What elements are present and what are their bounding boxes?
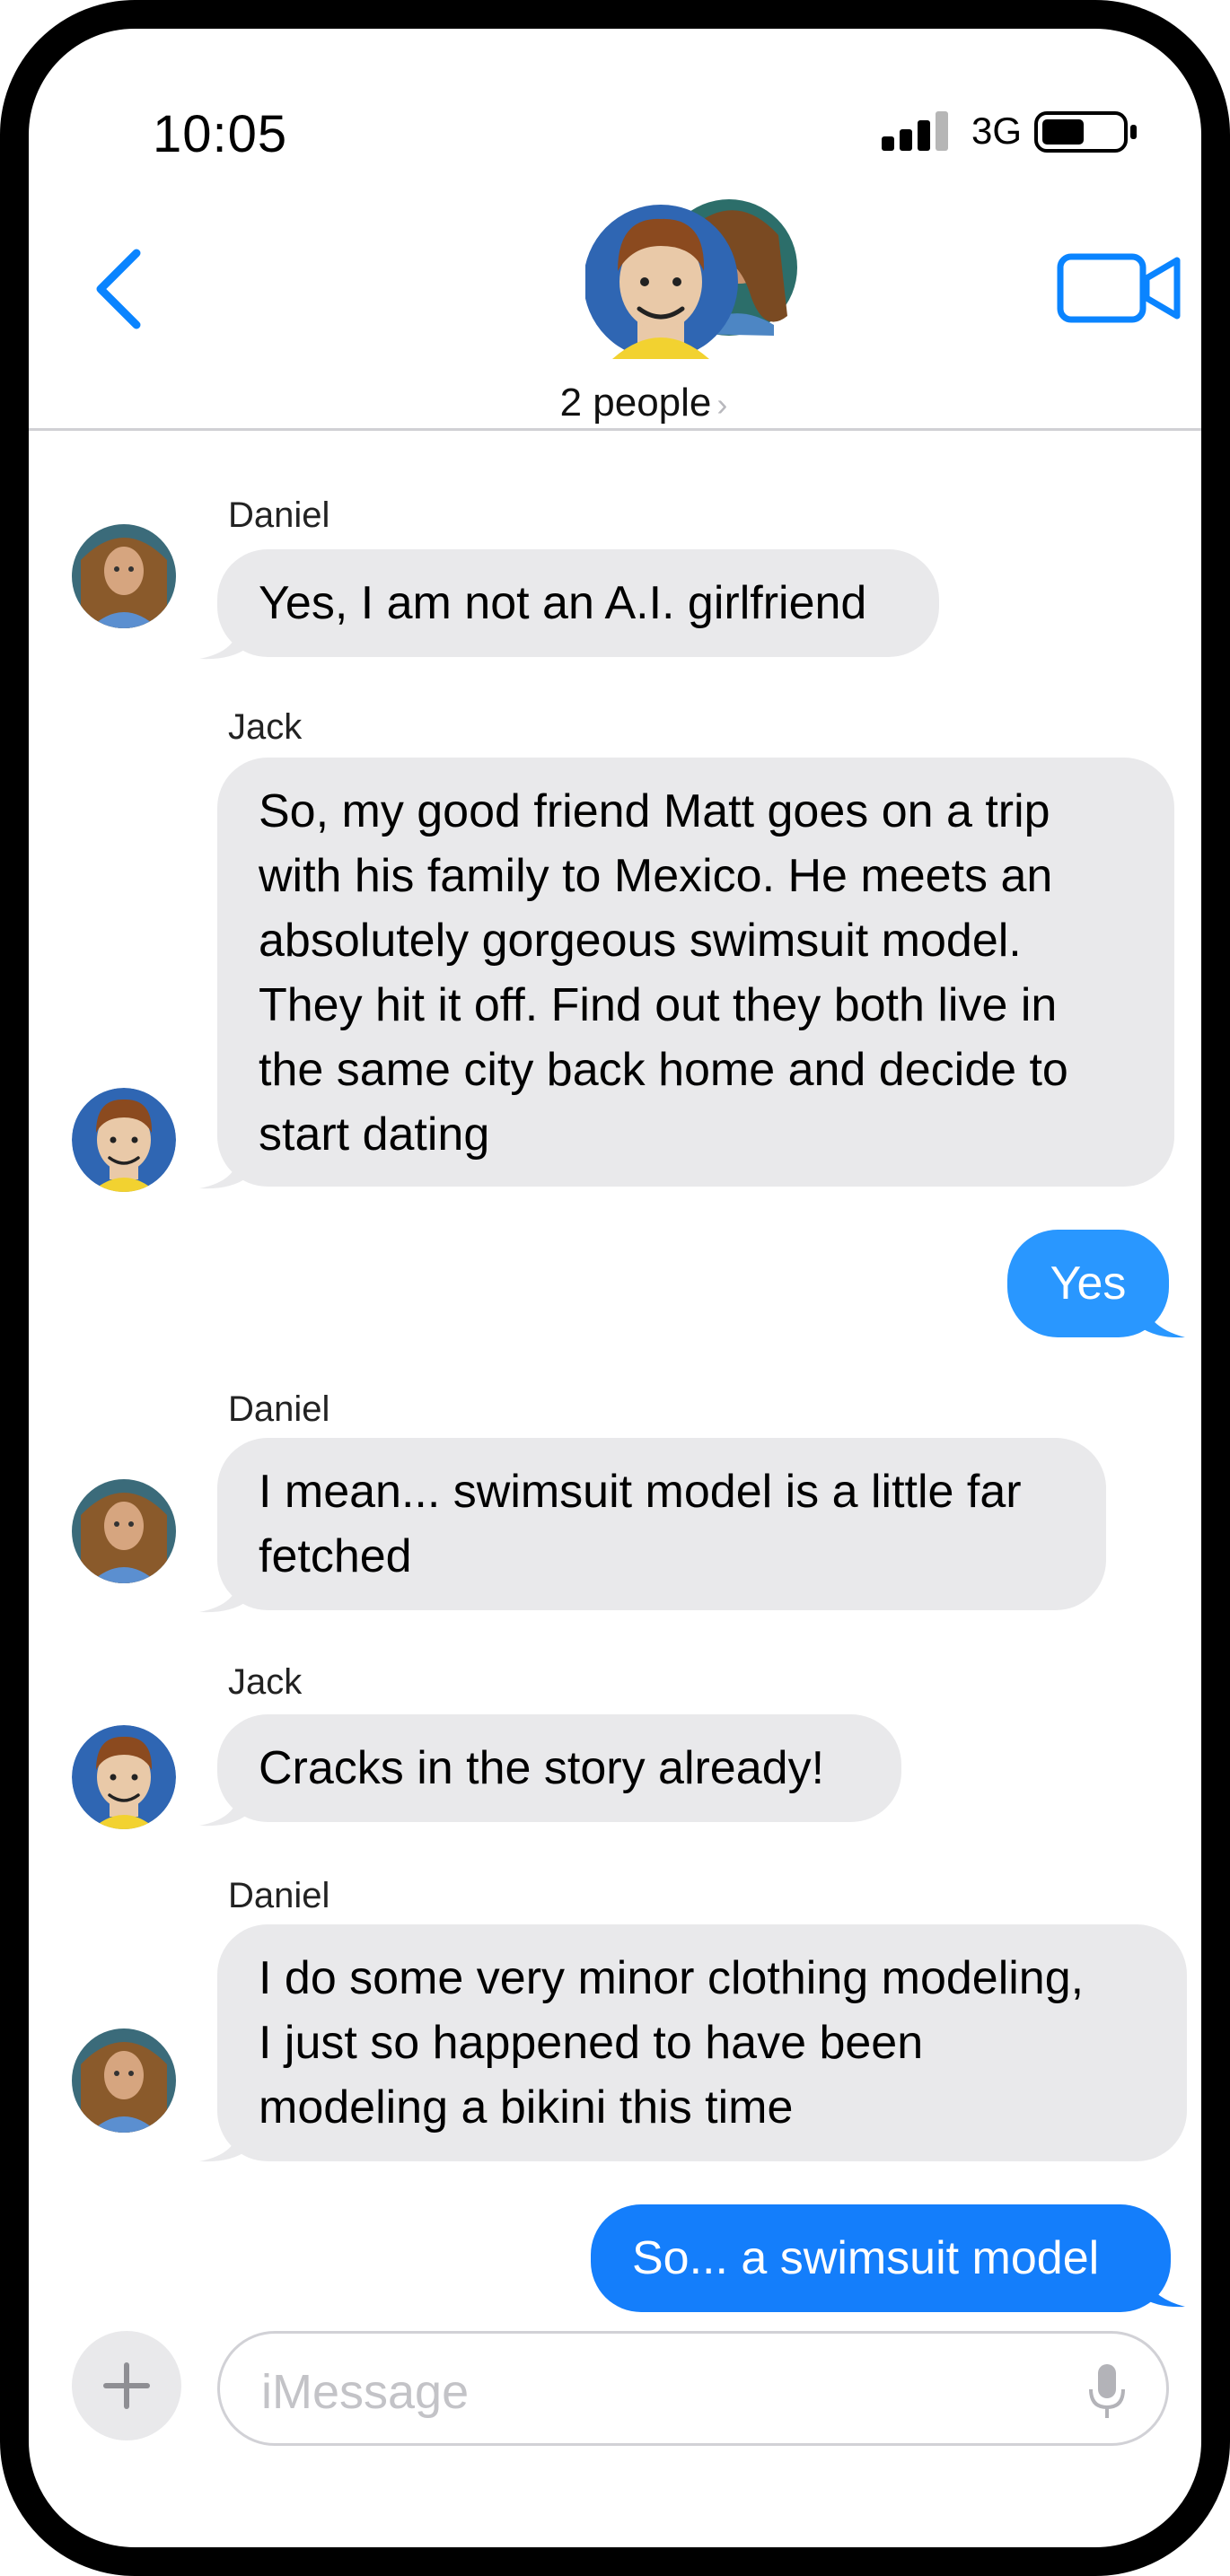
header-divider (29, 428, 1201, 431)
message-line: modeling a bikini this time (259, 2081, 794, 2134)
message-bubble[interactable]: Yes, I am not an A.I. girlfriend (217, 549, 939, 657)
message-text: Yes, I am not an A.I. girlfriend (259, 577, 867, 629)
signal-icon (882, 111, 948, 151)
message-line: I do some very minor clothing modeling, (259, 1952, 1085, 2004)
battery-icon (1034, 111, 1137, 153)
message-input[interactable]: iMessage (217, 2331, 1169, 2446)
network-type: 3G (971, 110, 1023, 152)
avatar-jack (72, 1088, 176, 1192)
avatar-daniel (72, 524, 176, 628)
message-text: Cracks in the story already! (259, 1742, 825, 1794)
message-line: fetched (259, 1530, 412, 1582)
status-time: 10:05 (153, 105, 288, 163)
phone-frame: 10:05 3G 2 people › Daniel Yes, I am not… (0, 0, 1230, 2576)
back-chevron-icon[interactable] (83, 244, 154, 334)
avatar-daniel (72, 2028, 176, 2133)
group-label: 2 people (559, 381, 712, 425)
avatar-jack (72, 1725, 176, 1829)
message-bubble-sent[interactable]: Yes (1007, 1230, 1169, 1337)
message-line: start dating (259, 1108, 490, 1161)
group-people-button[interactable]: 2 people › (514, 381, 774, 425)
avatar-daniel (72, 1479, 176, 1583)
message-line: the same city back home and decide to (259, 1044, 1068, 1096)
sender-name: Jack (228, 1662, 303, 1702)
plus-icon (103, 2362, 150, 2409)
message-line: I mean... swimsuit model is a little far (259, 1466, 1022, 1518)
message-text: So... a swimsuit model (632, 2232, 1100, 2284)
message-line: absolutely gorgeous swimsuit model. (259, 915, 1022, 967)
group-avatar[interactable] (585, 199, 801, 361)
message-line: with his family to Mexico. He meets an (259, 850, 1053, 902)
sender-name: Daniel (228, 495, 330, 535)
message-line: I just so happened to have been (259, 2017, 924, 2069)
apps-plus-button[interactable] (72, 2331, 181, 2440)
message-bubble[interactable]: I mean... swimsuit model is a little far… (217, 1438, 1106, 1610)
sender-name: Jack (228, 707, 303, 747)
message-input-placeholder: iMessage (261, 2365, 470, 2419)
message-bubble-sent[interactable]: So... a swimsuit model (591, 2204, 1171, 2312)
sender-name: Daniel (228, 1876, 330, 1915)
message-text: Yes (1050, 1257, 1127, 1310)
message-line: So, my good friend Matt goes on a trip (259, 785, 1050, 837)
video-call-icon[interactable] (1057, 251, 1182, 325)
sender-name: Daniel (228, 1389, 330, 1429)
message-bubble[interactable]: Cracks in the story already! (217, 1714, 901, 1822)
message-line: They hit it off. Find out they both live… (259, 979, 1058, 1031)
chevron-right-icon: › (716, 386, 728, 423)
message-bubble[interactable]: So, my good friend Matt goes on a trip w… (217, 758, 1174, 1187)
microphone-icon[interactable] (1087, 2362, 1127, 2420)
message-bubble[interactable]: I do some very minor clothing modeling, … (217, 1924, 1187, 2161)
